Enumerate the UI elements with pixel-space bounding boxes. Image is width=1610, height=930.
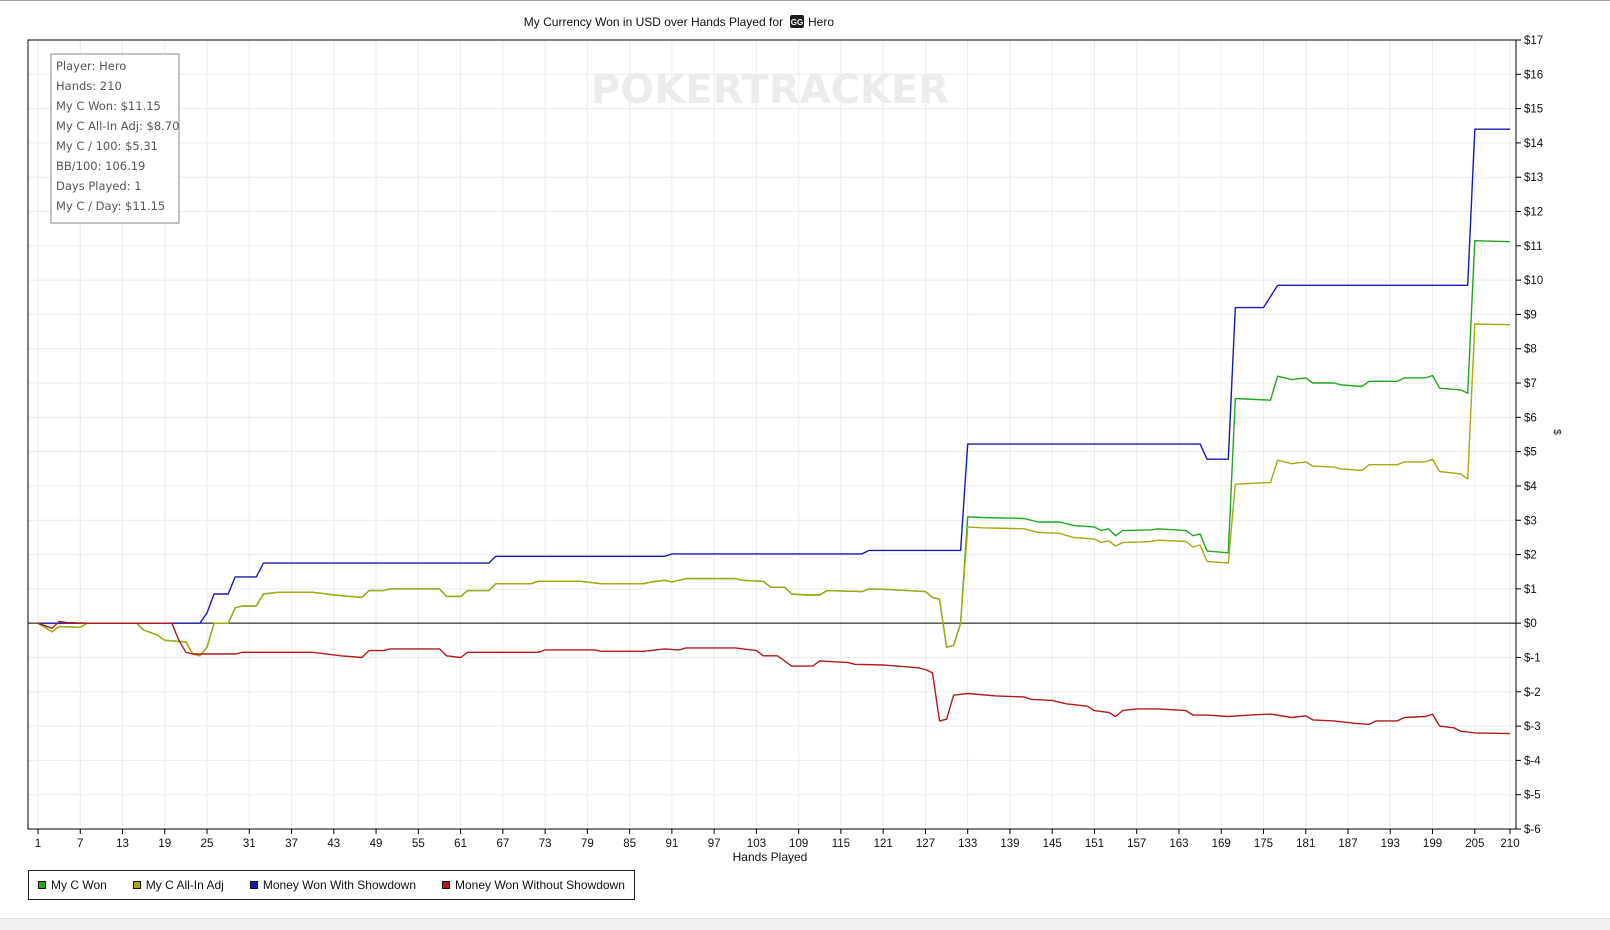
legend-label: Money Won Without Showdown <box>455 878 625 892</box>
y-tick-label: $-4 <box>1524 755 1541 767</box>
plot-area <box>28 40 1516 829</box>
legend-item-money-won-with-showdown: Money Won With Showdown <box>249 878 417 892</box>
y-tick-label: $14 <box>1524 138 1544 150</box>
x-tick-label: 157 <box>1127 838 1146 850</box>
y-tick-label: $15 <box>1524 104 1543 116</box>
x-tick-label: 127 <box>916 838 935 850</box>
x-tick-label: 49 <box>370 838 383 850</box>
x-tick-label: 1 <box>35 838 41 850</box>
x-axis: 1 7 13 19 25 31 37 43 49 55 61 67 73 79 85 91 97 103 109 11… <box>35 829 1520 850</box>
svg-text:GG: GG <box>791 18 803 27</box>
x-tick-label: 31 <box>243 838 256 850</box>
x-tick-label: 193 <box>1381 838 1400 850</box>
x-tick-label: 85 <box>623 838 636 850</box>
legend-item-my-c-all-in-adj: My C All-In Adj <box>132 878 224 892</box>
x-tick-label: 133 <box>958 838 977 850</box>
x-axis-label: Hands Played <box>733 850 808 864</box>
x-tick-label: 37 <box>285 838 298 850</box>
x-tick-label: 97 <box>708 838 721 850</box>
x-tick-label: 115 <box>832 838 850 850</box>
x-tick-label: 67 <box>496 838 509 850</box>
y-tick-label: $0 <box>1524 618 1537 630</box>
legend-swatch <box>249 881 258 889</box>
stats-line: My C / Day: $11.15 <box>56 199 165 213</box>
y-tick-label: $5 <box>1524 447 1537 459</box>
status-strip <box>0 918 1610 930</box>
x-tick-label: 43 <box>327 838 340 850</box>
x-tick-label: 103 <box>747 838 766 850</box>
line-chart: My Currency Won in USD over Hands Played… <box>27 15 1562 864</box>
y-tick-label: $10 <box>1524 275 1543 287</box>
y-tick-label: $7 <box>1524 378 1537 390</box>
x-tick-label: 199 <box>1423 838 1442 850</box>
y-tick-label: $3 <box>1524 515 1537 527</box>
stats-line: My C All-In Adj: $8.70 <box>56 119 179 133</box>
legend-swatch <box>38 881 46 889</box>
x-tick-label: 13 <box>116 838 129 850</box>
x-tick-label: 187 <box>1338 838 1357 850</box>
y-tick-label: $9 <box>1524 309 1537 321</box>
x-tick-label: 121 <box>874 838 893 850</box>
stats-line: Hands: 210 <box>56 79 122 93</box>
player-site-icon: GG <box>790 15 804 28</box>
y-tick-label: $-3 <box>1524 721 1541 733</box>
y-tick-label: $-5 <box>1524 790 1541 802</box>
stats-line: My C / 100: $5.31 <box>56 139 158 153</box>
legend-swatch <box>442 881 451 889</box>
x-tick-label: 109 <box>789 838 808 850</box>
x-tick-label: 7 <box>77 838 83 850</box>
chart-title-player: Hero <box>808 15 834 29</box>
legend-label: My C All-In Adj <box>145 878 224 892</box>
y-tick-label: $1 <box>1524 584 1537 596</box>
stats-box: Player: Hero Hands: 210 My C Won: $11.15 My… <box>50 53 180 224</box>
x-tick-label: 163 <box>1169 838 1188 850</box>
chart-title: My Currency Won in USD over Hands Played… <box>524 15 783 29</box>
x-tick-label: 25 <box>201 838 214 850</box>
y-tick-label: $-2 <box>1524 687 1541 699</box>
x-tick-label: 205 <box>1465 838 1484 850</box>
stats-line: My C Won: $11.15 <box>56 99 161 113</box>
x-tick-label: 175 <box>1254 838 1273 850</box>
legend-swatch <box>132 881 141 889</box>
y-tick-label: $8 <box>1524 344 1537 356</box>
x-tick-label: 181 <box>1296 838 1315 850</box>
watermark: POKERTRACKER <box>591 67 949 113</box>
y-tick-label: $12 <box>1524 207 1543 219</box>
stats-line: BB/100: 106.19 <box>56 159 145 173</box>
x-tick-label: 73 <box>539 838 552 850</box>
x-tick-label: 79 <box>581 838 594 850</box>
x-tick-label: 19 <box>158 838 171 850</box>
x-tick-label: 61 <box>454 838 467 850</box>
x-tick-label: 55 <box>412 838 425 850</box>
x-tick-label: 145 <box>1043 838 1062 850</box>
x-tick-label: 139 <box>1000 838 1019 850</box>
y-tick-label: $-6 <box>1524 824 1541 836</box>
legend-label: My C Won <box>51 878 107 892</box>
y-tick-label: $4 <box>1524 481 1537 493</box>
legend-item-money-won-without-showdown: Money Won Without Showdown <box>442 878 625 892</box>
y-axis-label: $ <box>1551 429 1562 435</box>
x-tick-label: 210 <box>1500 838 1519 850</box>
y-tick-label: $-1 <box>1524 652 1541 664</box>
x-tick-label: 151 <box>1085 838 1104 850</box>
stats-line: Days Played: 1 <box>56 179 142 193</box>
y-tick-label: $2 <box>1524 550 1537 562</box>
x-tick-label: 169 <box>1212 838 1231 850</box>
legend-item-my-c-won: My C Won <box>38 878 107 892</box>
legend-label: Money Won With Showdown <box>262 878 417 892</box>
stats-line: Player: Hero <box>56 59 126 73</box>
y-tick-label: $11 <box>1524 241 1542 253</box>
legend: My C Won My C All-In Adj Money Won With … <box>28 870 635 900</box>
y-tick-label: $16 <box>1524 69 1543 81</box>
x-tick-label: 91 <box>665 838 678 850</box>
y-tick-label: $6 <box>1524 412 1537 424</box>
y-tick-label: $17 <box>1524 35 1543 47</box>
y-tick-label: $13 <box>1524 172 1543 184</box>
y-axis: $-6 $-5 $-4 $-3 $-2 $-1 $0 $1 $2 $3 $4 $5 $6 $7 $8 $9 $1… <box>1516 35 1544 836</box>
